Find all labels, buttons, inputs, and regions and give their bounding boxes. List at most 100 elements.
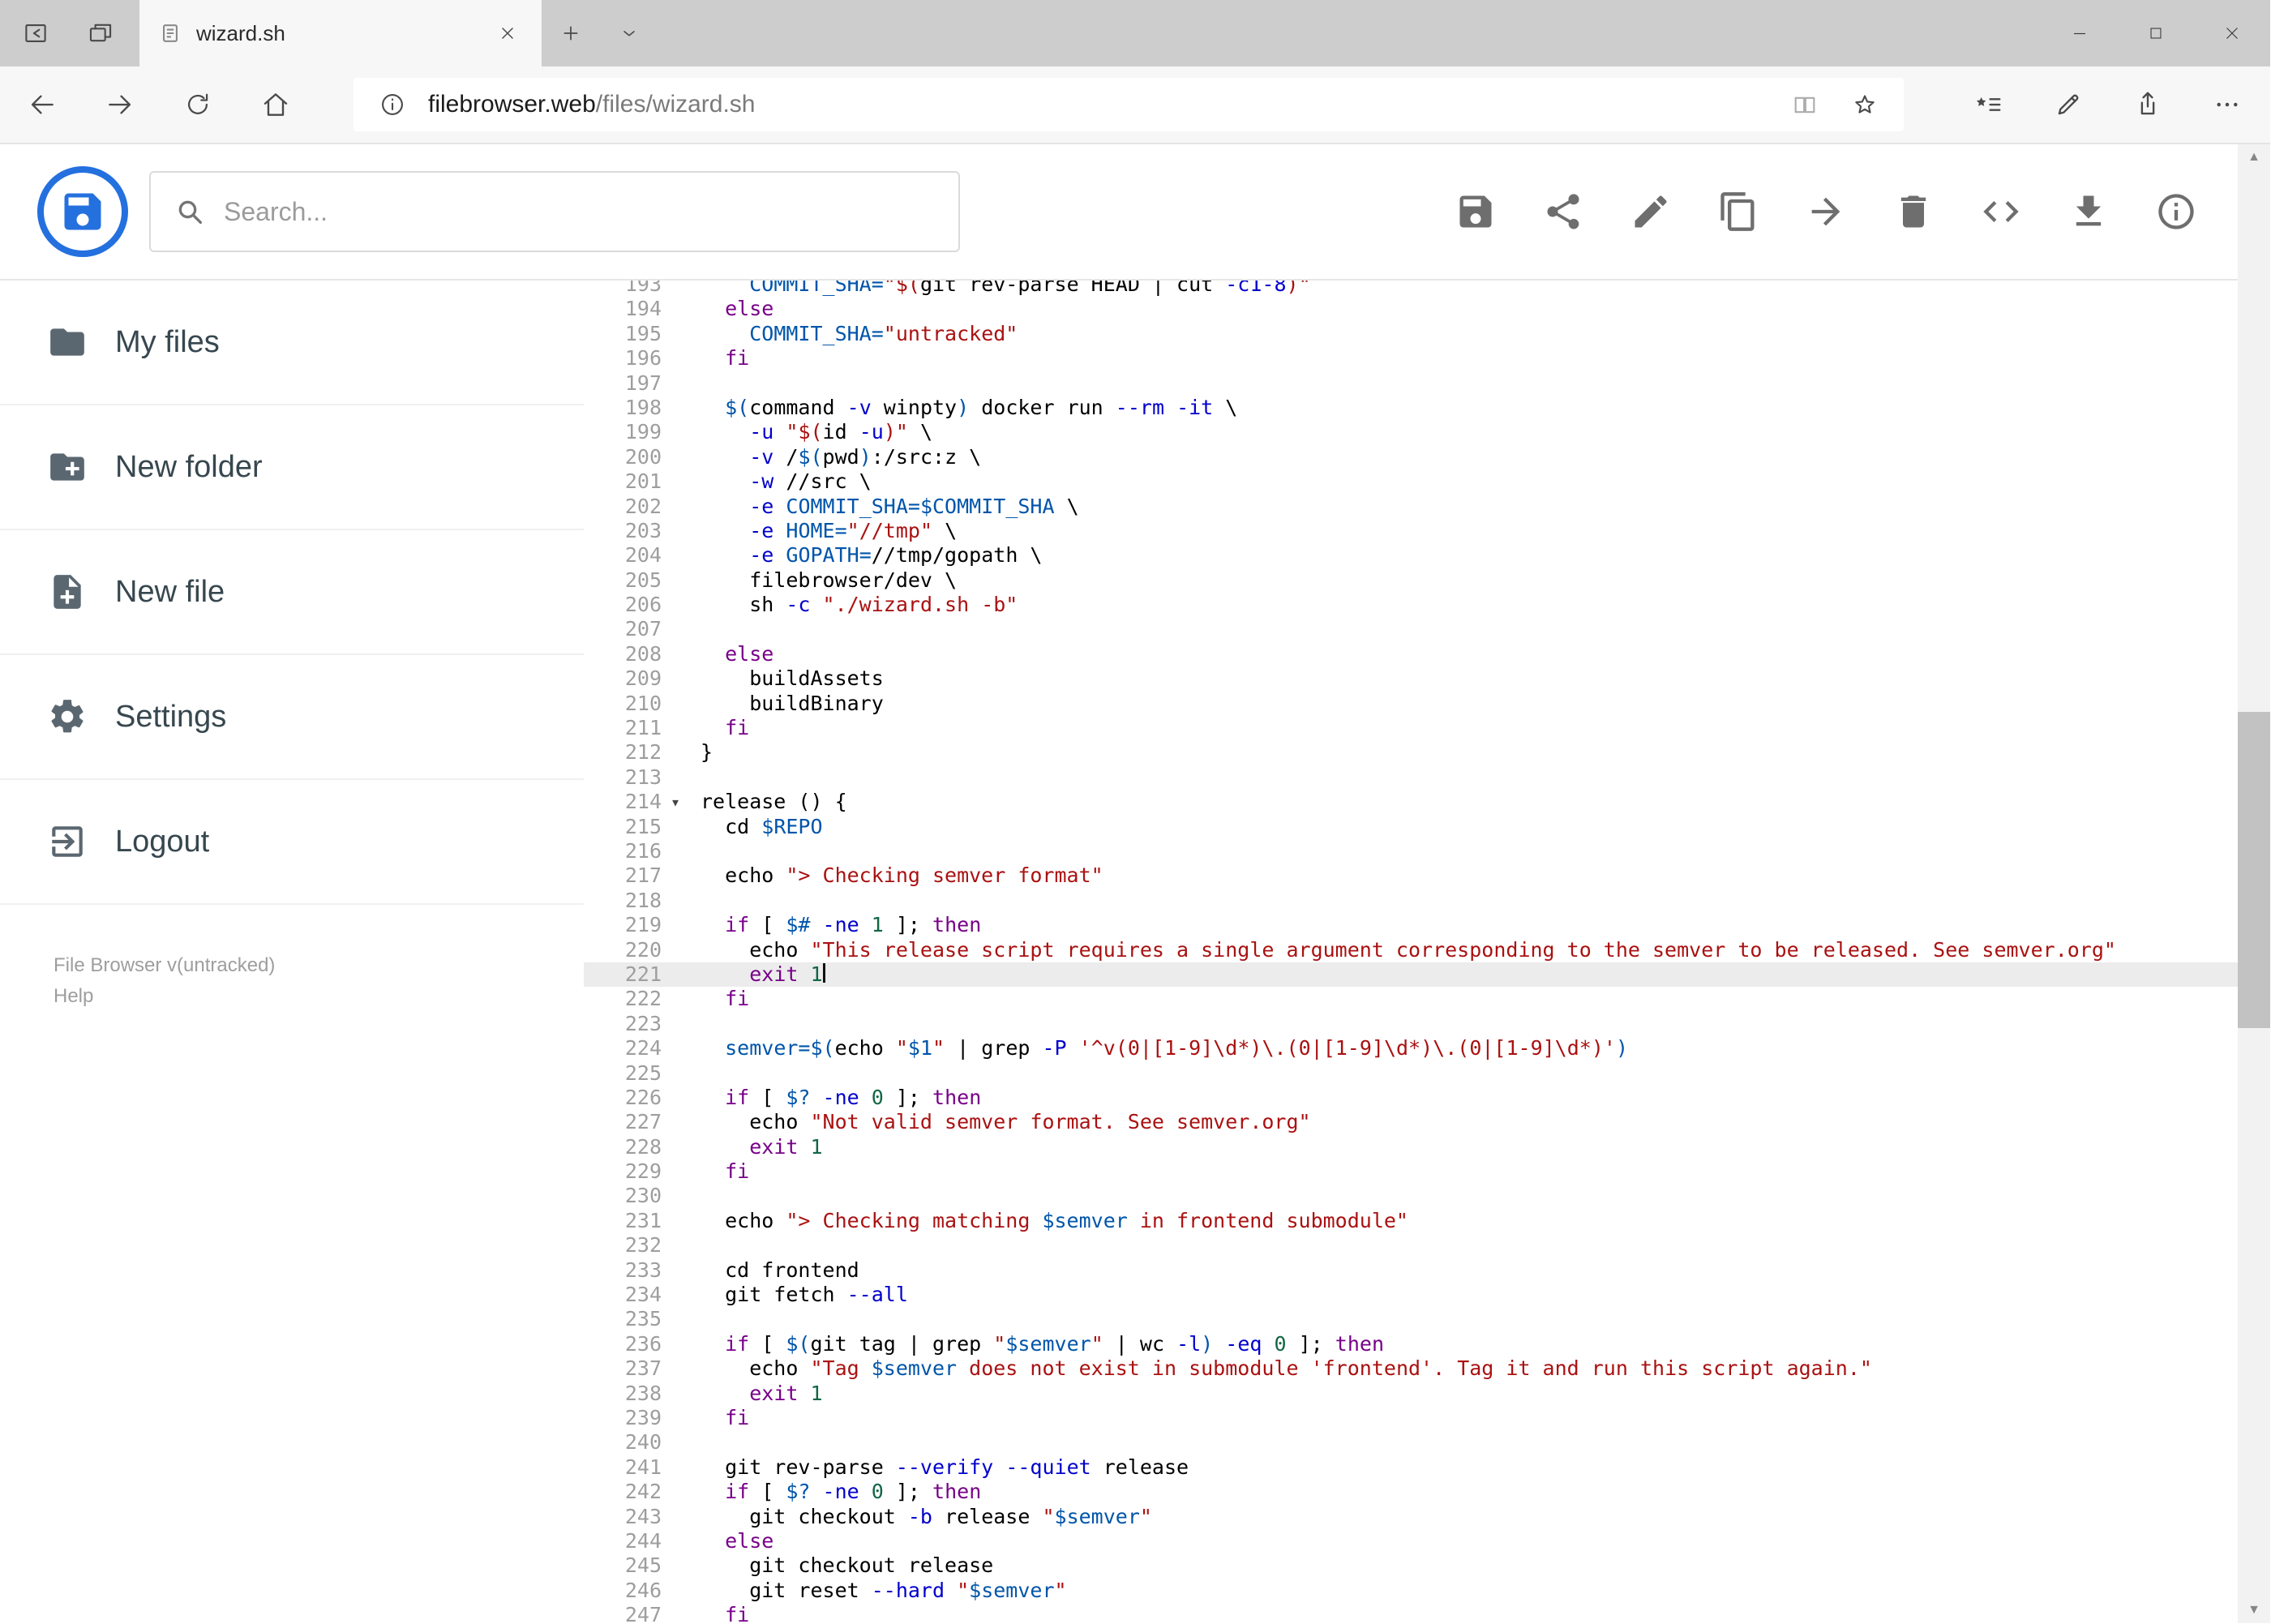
- sidebar-item-settings[interactable]: Settings: [0, 655, 584, 780]
- home-button[interactable]: [237, 69, 315, 140]
- new-tab-button[interactable]: [542, 0, 600, 66]
- sidebar-item-my-files[interactable]: My files: [0, 281, 584, 405]
- code-line[interactable]: 241 git rev-parse --verify --quiet relea…: [584, 1455, 2238, 1480]
- site-info-icon[interactable]: [368, 80, 417, 129]
- code-line[interactable]: 234 git fetch --all: [584, 1283, 2238, 1307]
- code-line[interactable]: 233 cd frontend: [584, 1258, 2238, 1283]
- window-close-button[interactable]: [2194, 0, 2270, 66]
- code-line[interactable]: 204 -e GOPATH=//tmp/gopath \: [584, 543, 2238, 568]
- code-line[interactable]: 240: [584, 1430, 2238, 1455]
- code-line[interactable]: 243 git checkout -b release "$semver": [584, 1505, 2238, 1529]
- copy-button[interactable]: [1706, 179, 1771, 244]
- delete-button[interactable]: [1881, 179, 1946, 244]
- more-menu-button[interactable]: [2187, 69, 2267, 140]
- fold-marker-icon[interactable]: ▾: [665, 790, 686, 814]
- code-line[interactable]: 239 fi: [584, 1406, 2238, 1430]
- back-button[interactable]: [3, 69, 81, 140]
- code-line[interactable]: 205 filebrowser/dev \: [584, 568, 2238, 593]
- sidebar-item-new-file[interactable]: New file: [0, 530, 584, 655]
- code-line[interactable]: 217 echo "> Checking semver format": [584, 863, 2238, 888]
- code-line[interactable]: 196 fi: [584, 346, 2238, 371]
- raw-button[interactable]: [1969, 179, 2033, 244]
- edit-button[interactable]: [1618, 179, 1683, 244]
- code-line[interactable]: 202 -e COMMIT_SHA=$COMMIT_SHA \: [584, 495, 2238, 519]
- app-logo[interactable]: [37, 166, 128, 257]
- set-tabs-aside-button[interactable]: [3, 0, 68, 66]
- code-line[interactable]: 195 COMMIT_SHA="untracked": [584, 322, 2238, 346]
- code-line[interactable]: 224 semver=$(echo "$1" | grep -P '^v(0|[…: [584, 1036, 2238, 1061]
- code-line[interactable]: 209 buildAssets: [584, 666, 2238, 691]
- help-link[interactable]: Help: [54, 981, 584, 1012]
- code-line[interactable]: 232: [584, 1233, 2238, 1258]
- code-line[interactable]: 198 $(command -v winpty) docker run --rm…: [584, 396, 2238, 420]
- code-line[interactable]: 242 if [ $? -ne 0 ]; then: [584, 1480, 2238, 1504]
- code-line[interactable]: 238 exit 1: [584, 1382, 2238, 1406]
- code-line[interactable]: 221 exit 1: [584, 962, 2238, 988]
- code-editor[interactable]: 193 COMMIT_SHA="$(git rev-parse HEAD | c…: [584, 281, 2238, 1623]
- search-input[interactable]: [224, 196, 936, 227]
- code-line[interactable]: 220 echo "This release script requires a…: [584, 938, 2238, 962]
- tab-preview-toggle[interactable]: [600, 0, 658, 66]
- tab-close-icon[interactable]: [483, 0, 532, 66]
- code-line[interactable]: 231 echo "> Checking matching $semver in…: [584, 1209, 2238, 1233]
- code-line[interactable]: 245 git checkout release: [584, 1553, 2238, 1578]
- maximize-button[interactable]: [2118, 0, 2194, 66]
- scroll-down-icon[interactable]: ▼: [2238, 1597, 2270, 1623]
- code-line[interactable]: 215 cd $REPO: [584, 815, 2238, 839]
- code-line[interactable]: 211 fi: [584, 716, 2238, 740]
- code-line[interactable]: 214 ▾ release () {: [584, 790, 2238, 814]
- info-button[interactable]: [2144, 179, 2209, 244]
- favorite-star-icon[interactable]: [1840, 80, 1889, 129]
- tabs-set-aside-button[interactable]: [68, 0, 133, 66]
- code-line[interactable]: 206 sh -c "./wizard.sh -b": [584, 593, 2238, 617]
- minimize-button[interactable]: [2042, 0, 2118, 66]
- code-line[interactable]: 219 if [ $# -ne 1 ]; then: [584, 913, 2238, 937]
- code-line[interactable]: 228 exit 1: [584, 1135, 2238, 1159]
- address-bar[interactable]: filebrowser.web/files/wizard.sh: [354, 78, 1904, 131]
- share-button[interactable]: [1531, 179, 1596, 244]
- search-box[interactable]: [149, 171, 960, 252]
- sidebar-item-logout[interactable]: Logout: [0, 780, 584, 905]
- code-line[interactable]: 247 fi: [584, 1603, 2238, 1623]
- code-line[interactable]: 237 echo "Tag $semver does not exist in …: [584, 1356, 2238, 1381]
- save-button[interactable]: [1443, 179, 1508, 244]
- code-line[interactable]: 229 fi: [584, 1159, 2238, 1184]
- code-line[interactable]: 235: [584, 1307, 2238, 1331]
- code-line[interactable]: 222 fi: [584, 987, 2238, 1011]
- code-line[interactable]: 225: [584, 1061, 2238, 1086]
- forward-button[interactable]: [81, 69, 159, 140]
- code-line[interactable]: 197: [584, 371, 2238, 396]
- code-line[interactable]: 212}: [584, 740, 2238, 765]
- code-line[interactable]: 213: [584, 765, 2238, 790]
- code-line[interactable]: 208 else: [584, 642, 2238, 666]
- code-line[interactable]: 194 else: [584, 297, 2238, 321]
- code-line[interactable]: 203 -e HOME="//tmp" \: [584, 519, 2238, 543]
- code-line[interactable]: 230: [584, 1184, 2238, 1208]
- hub-button[interactable]: [1949, 69, 2029, 140]
- code-line[interactable]: 207: [584, 617, 2238, 641]
- reading-view-icon[interactable]: [1780, 80, 1829, 129]
- code-line[interactable]: 246 git reset --hard "$semver": [584, 1579, 2238, 1603]
- code-line[interactable]: 236 if [ $(git tag | grep "$semver" | wc…: [584, 1332, 2238, 1356]
- code-line[interactable]: 226 if [ $? -ne 0 ]; then: [584, 1086, 2238, 1110]
- move-button[interactable]: [1793, 179, 1858, 244]
- code-line[interactable]: 244 else: [584, 1529, 2238, 1553]
- code-line[interactable]: 218: [584, 889, 2238, 913]
- code-line[interactable]: 193 COMMIT_SHA="$(git rev-parse HEAD | c…: [584, 281, 2238, 297]
- code-line[interactable]: 227 echo "Not valid semver format. See s…: [584, 1110, 2238, 1134]
- web-note-pen-button[interactable]: [2029, 69, 2108, 140]
- refresh-button[interactable]: [159, 69, 237, 140]
- scrollbar-thumb[interactable]: [2238, 712, 2270, 1028]
- code-line[interactable]: 223: [584, 1012, 2238, 1036]
- code-line[interactable]: 201 -w //src \: [584, 469, 2238, 494]
- download-button[interactable]: [2056, 179, 2121, 244]
- scroll-up-icon[interactable]: ▲: [2238, 144, 2270, 170]
- scrollbar[interactable]: ▲ ▼: [2238, 144, 2270, 1623]
- code-line[interactable]: 200 -v /$(pwd):/src:z \: [584, 445, 2238, 469]
- code-line[interactable]: 199 -u "$(id -u)" \: [584, 420, 2238, 444]
- code-line[interactable]: 216: [584, 839, 2238, 863]
- share-button[interactable]: [2108, 69, 2187, 140]
- browser-tab[interactable]: wizard.sh: [139, 0, 542, 66]
- code-line[interactable]: 210 buildBinary: [584, 692, 2238, 716]
- sidebar-item-new-folder[interactable]: New folder: [0, 405, 584, 530]
